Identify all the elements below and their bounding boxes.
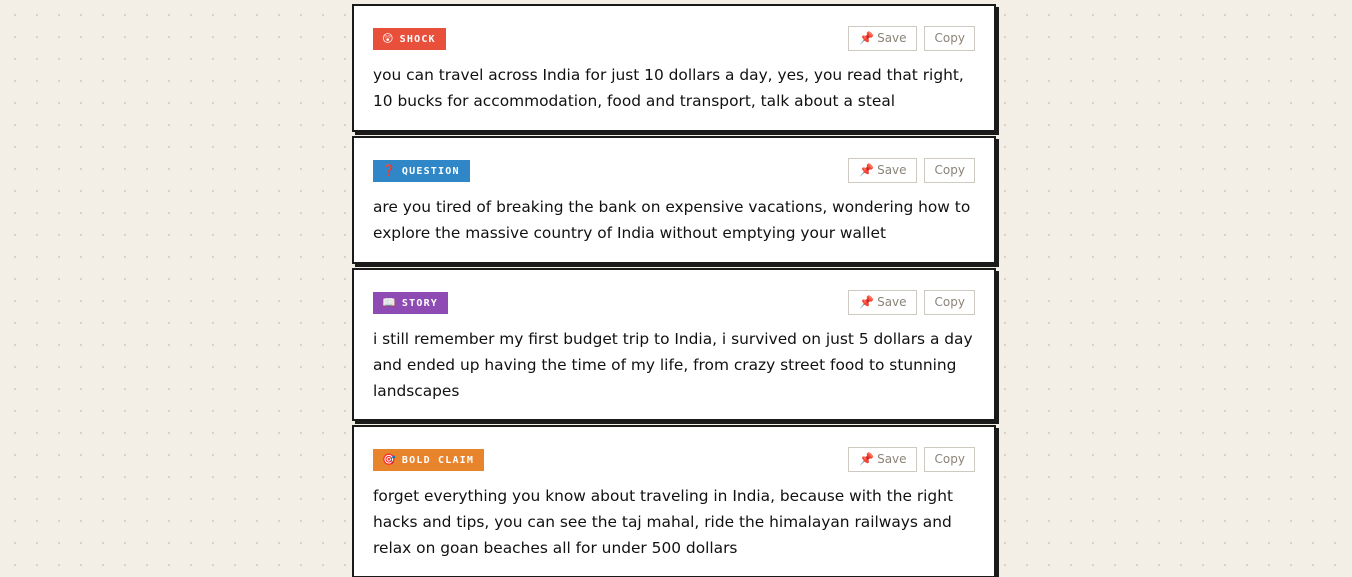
pin-icon: 📌 xyxy=(859,163,875,177)
hook-feed: 😲 SHOCK 📌 Save Copy you can travel across … xyxy=(352,4,996,577)
card-header: 🎯 BOLD CLAIM 📌 Save Copy xyxy=(373,427,975,483)
hook-text: forget everything you know about traveli… xyxy=(373,487,953,557)
save-label: Save xyxy=(877,163,907,177)
tag-badge-shock: 😲 SHOCK xyxy=(373,28,446,50)
tag-badge-bold-claim: 🎯 BOLD CLAIM xyxy=(373,449,485,471)
hook-card-story: 📖 STORY 📌 Save Copy i still remember my fi… xyxy=(352,268,996,421)
copy-label: Copy xyxy=(934,163,965,177)
tag-label: SHOCK xyxy=(399,34,436,45)
hook-text: are you tired of breaking the bank on ex… xyxy=(373,198,971,242)
question-mark-icon: ❓ xyxy=(382,164,397,177)
card-actions: 📌 Save Copy xyxy=(848,290,975,315)
tag-badge-question: ❓ QUESTION xyxy=(373,160,470,182)
copy-label: Copy xyxy=(934,31,965,45)
pin-icon: 📌 xyxy=(859,295,875,309)
copy-label: Copy xyxy=(934,295,965,309)
save-button[interactable]: 📌 Save xyxy=(848,447,917,472)
open-book-icon: 📖 xyxy=(382,296,397,309)
save-button[interactable]: 📌 Save xyxy=(848,26,917,51)
hook-text: you can travel across India for just 10 … xyxy=(373,66,964,110)
save-label: Save xyxy=(877,295,907,309)
hook-card-bold-claim: 🎯 BOLD CLAIM 📌 Save Copy forget everything… xyxy=(352,425,996,577)
tag-label: BOLD CLAIM xyxy=(401,455,475,466)
hook-card-question: ❓ QUESTION 📌 Save Copy are you tired of br… xyxy=(352,136,996,264)
copy-button[interactable]: Copy xyxy=(923,290,975,315)
tag-label: STORY xyxy=(401,298,439,309)
hook-card-shock: 😲 SHOCK 📌 Save Copy you can travel across … xyxy=(352,4,996,132)
shocked-face-icon: 😲 xyxy=(382,32,395,45)
tag-label: QUESTION xyxy=(401,166,460,177)
save-button[interactable]: 📌 Save xyxy=(848,290,917,315)
copy-button[interactable]: Copy xyxy=(923,26,975,51)
card-actions: 📌 Save Copy xyxy=(848,158,975,183)
tag-badge-story: 📖 STORY xyxy=(373,292,449,314)
save-label: Save xyxy=(877,31,907,45)
card-header: ❓ QUESTION 📌 Save Copy xyxy=(373,138,975,194)
copy-button[interactable]: Copy xyxy=(923,158,975,183)
copy-label: Copy xyxy=(934,452,965,466)
pin-icon: 📌 xyxy=(859,452,875,466)
card-actions: 📌 Save Copy xyxy=(848,447,975,472)
copy-button[interactable]: Copy xyxy=(923,447,975,472)
pin-icon: 📌 xyxy=(859,31,875,45)
save-label: Save xyxy=(877,452,907,466)
card-header: 😲 SHOCK 📌 Save Copy xyxy=(373,6,975,62)
save-button[interactable]: 📌 Save xyxy=(848,158,917,183)
target-icon: 🎯 xyxy=(382,453,397,466)
card-header: 📖 STORY 📌 Save Copy xyxy=(373,270,975,326)
hook-text: i still remember my first budget trip to… xyxy=(373,330,973,400)
card-actions: 📌 Save Copy xyxy=(848,26,975,51)
